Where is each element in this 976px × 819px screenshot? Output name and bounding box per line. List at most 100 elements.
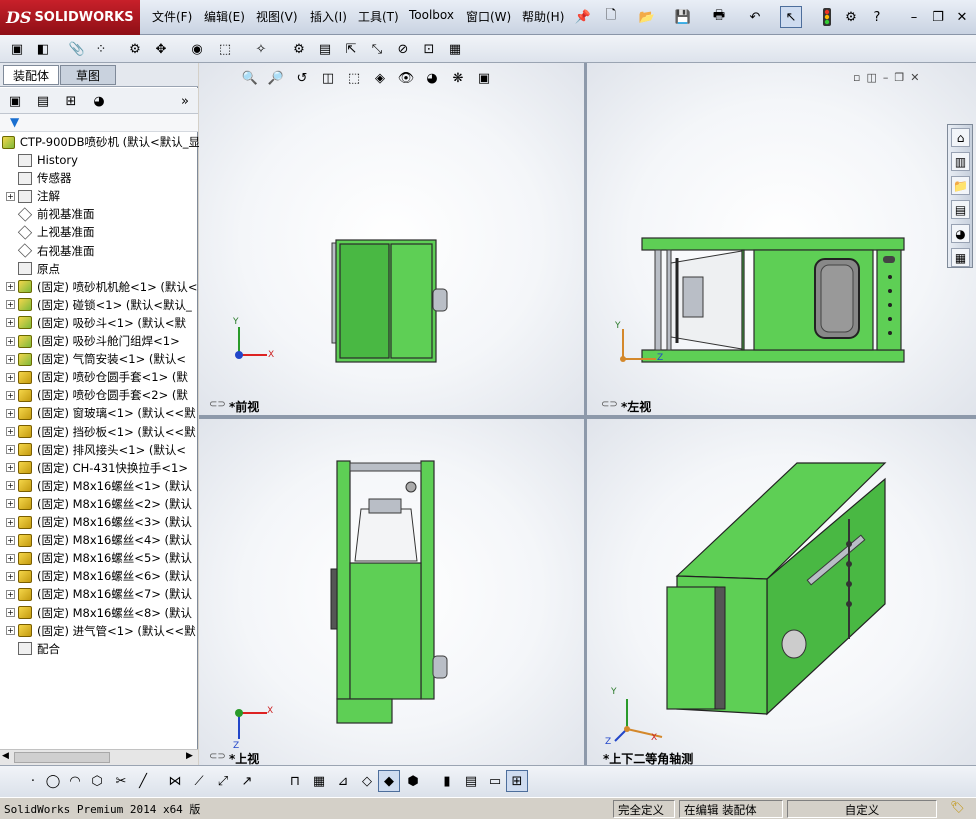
expand-chevron-icon[interactable]: »	[174, 90, 196, 112]
expand-plus-icon[interactable]: +	[6, 481, 15, 491]
filter-funnel-icon[interactable]: ▼	[10, 115, 19, 129]
tree-item[interactable]: 上视基准面	[6, 223, 204, 241]
horizontal-scrollbar[interactable]: ◀ ▶	[0, 749, 198, 765]
centerpoint-arc-icon[interactable]: ◠	[64, 770, 86, 792]
view-orientation-icon[interactable]: ⬚	[343, 67, 365, 89]
tree-item[interactable]: + (固定) M8x16螺丝<2> (默认	[6, 495, 204, 513]
configuration-manager-icon[interactable]: ⊞	[60, 90, 82, 112]
smart-fasteners-icon[interactable]: ⚙	[124, 38, 146, 60]
four-viewport-icon[interactable]: ⊞	[506, 770, 528, 792]
trim-entities-icon[interactable]: ✂	[110, 770, 132, 792]
viewport-left[interactable]: ▫ ◫ – ❐ ✕ Y Z ⊂⊃ *左视	[587, 63, 976, 415]
linear-pattern-icon[interactable]: ⁘	[90, 38, 112, 60]
single-viewport-icon[interactable]: ▭	[484, 770, 506, 792]
tree-item[interactable]: + (固定) 喷砂机机舱<1> (默认<	[6, 278, 204, 296]
menu-view[interactable]: 视图(V)	[256, 8, 298, 25]
instant3d-icon[interactable]: ▦	[444, 38, 466, 60]
menu-edit[interactable]: 编辑(E)	[204, 8, 245, 25]
display-style-icon[interactable]: ◈	[369, 67, 391, 89]
interference-detection-icon[interactable]: ⊘	[392, 38, 414, 60]
wireframe-cube-icon[interactable]: ◇	[356, 770, 378, 792]
viewport-minimize-icon[interactable]: –	[883, 71, 889, 84]
expand-plus-icon[interactable]: +	[6, 390, 15, 400]
tree-item[interactable]: + (固定) M8x16螺丝<7> (默认	[6, 585, 204, 603]
previous-view-icon[interactable]: ↺	[291, 67, 313, 89]
restore-icon[interactable]: ❐	[927, 6, 949, 28]
menu-insert[interactable]: 插入(I)	[310, 8, 347, 25]
tree-item[interactable]: + (固定) M8x16螺丝<6> (默认	[6, 567, 204, 585]
tree-item[interactable]: + (固定) 窗玻璃<1> (默认<<默	[6, 404, 204, 422]
menu-help[interactable]: 帮助(H)	[522, 8, 564, 25]
view-tiles-icon[interactable]: ▤	[460, 770, 482, 792]
print-icon[interactable]: 🖶	[708, 6, 730, 28]
save-icon[interactable]: 💾	[672, 6, 694, 28]
expand-plus-icon[interactable]: +	[6, 336, 15, 346]
tree-item[interactable]: + (固定) 进气管<1> (默认<<默	[6, 622, 204, 640]
link-views-icon-top[interactable]: ⊂⊃	[209, 751, 226, 762]
circle-icon[interactable]: ◯	[42, 770, 64, 792]
menu-tools[interactable]: 工具(T)	[358, 8, 399, 25]
rapid-sketch-icon[interactable]: ⊓	[284, 770, 306, 792]
convert-entities-icon[interactable]: ⤢	[212, 770, 234, 792]
smart-dimension-icon[interactable]: ↗	[236, 770, 258, 792]
bill-of-materials-icon[interactable]: ▤	[314, 38, 336, 60]
zoom-to-fit-icon[interactable]: 🔍	[239, 67, 261, 89]
hide-show-items-icon[interactable]: 👁	[395, 67, 417, 89]
single-view-icon[interactable]: ▫	[853, 71, 860, 84]
expand-plus-icon[interactable]: +	[6, 191, 15, 201]
expand-plus-icon[interactable]: +	[6, 445, 15, 455]
show-hidden-icon[interactable]: ◉	[186, 38, 208, 60]
tree-item[interactable]: + (固定) M8x16螺丝<8> (默认	[6, 604, 204, 622]
viewport-top[interactable]: X Z ⊂⊃ *上视	[199, 419, 584, 765]
grid-icon[interactable]: ▦	[308, 770, 330, 792]
expand-plus-icon[interactable]: +	[6, 589, 15, 599]
mirror-entities-icon[interactable]: ⋈	[164, 770, 186, 792]
design-library-icon[interactable]: ▥	[951, 152, 970, 171]
close-icon[interactable]: ✕	[951, 6, 973, 28]
tree-item[interactable]: + 注解	[6, 187, 204, 205]
expand-plus-icon[interactable]: +	[6, 300, 15, 310]
options-icon[interactable]: ⚙	[840, 6, 862, 28]
tree-item[interactable]: 原点	[6, 260, 204, 278]
custom-properties-icon[interactable]: ▦	[951, 248, 970, 267]
viewport-front[interactable]: Y X ⊂⊃ *前视	[199, 63, 584, 415]
tree-item[interactable]: + (固定) 吸砂斗舱门组焊<1>	[6, 332, 204, 350]
add-relation-icon[interactable]: ⊿	[332, 770, 354, 792]
exploded-view-icon[interactable]: ⇱	[340, 38, 362, 60]
clearance-verification-icon[interactable]: ⊡	[418, 38, 440, 60]
tree-item[interactable]: + (固定) CH-431快换拉手<1>	[6, 459, 204, 477]
expand-plus-icon[interactable]: +	[6, 372, 15, 382]
expand-plus-icon[interactable]: +	[6, 535, 15, 545]
select-arrow-icon[interactable]: ↖	[780, 6, 802, 28]
point-icon[interactable]: ·	[22, 770, 44, 792]
tab-sketch[interactable]: 草图	[60, 65, 116, 85]
solidworks-resources-home-icon[interactable]: ⌂	[951, 128, 970, 147]
shaded-cube-icon[interactable]: ◆	[378, 770, 400, 792]
tab-assembly[interactable]: 装配体	[3, 65, 59, 85]
expand-plus-icon[interactable]: +	[6, 282, 15, 292]
expand-plus-icon[interactable]: +	[6, 553, 15, 563]
appearances-scenes-icon[interactable]: ◕	[951, 224, 970, 243]
new-document-icon[interactable]: 🗋	[600, 6, 622, 28]
tree-item[interactable]: 前视基准面	[6, 205, 204, 223]
scroll-thumb[interactable]	[14, 752, 110, 763]
expand-plus-icon[interactable]: +	[6, 318, 15, 328]
menu-toolbox[interactable]: Toolbox	[409, 8, 454, 22]
open-folder-icon[interactable]: 📂	[636, 6, 658, 28]
expand-plus-icon[interactable]: +	[6, 608, 15, 617]
rebuild-traffic-light-icon[interactable]	[816, 6, 838, 28]
two-view-icon[interactable]: ◫	[866, 71, 876, 84]
display-mode-icon[interactable]: ⬢	[402, 770, 424, 792]
help-question-icon[interactable]: ?	[866, 6, 888, 28]
tree-item[interactable]: + (固定) M8x16螺丝<1> (默认	[6, 477, 204, 495]
expand-plus-icon[interactable]: +	[6, 571, 15, 581]
view-shaded-edges-icon[interactable]: ▮	[436, 770, 458, 792]
link-views-icon[interactable]: ⊂⊃	[209, 399, 226, 410]
expand-plus-icon[interactable]: +	[6, 499, 15, 509]
edit-appearance-icon[interactable]: ◕	[421, 67, 443, 89]
tree-item[interactable]: + (固定) M8x16螺丝<5> (默认	[6, 549, 204, 567]
scroll-left-icon[interactable]: ◀	[2, 751, 9, 761]
menu-file[interactable]: 文件(F)	[152, 8, 192, 25]
zoom-to-area-icon[interactable]: 🔎	[265, 67, 287, 89]
solidworks-logo[interactable]: DS SOLIDWORKS	[0, 0, 140, 35]
